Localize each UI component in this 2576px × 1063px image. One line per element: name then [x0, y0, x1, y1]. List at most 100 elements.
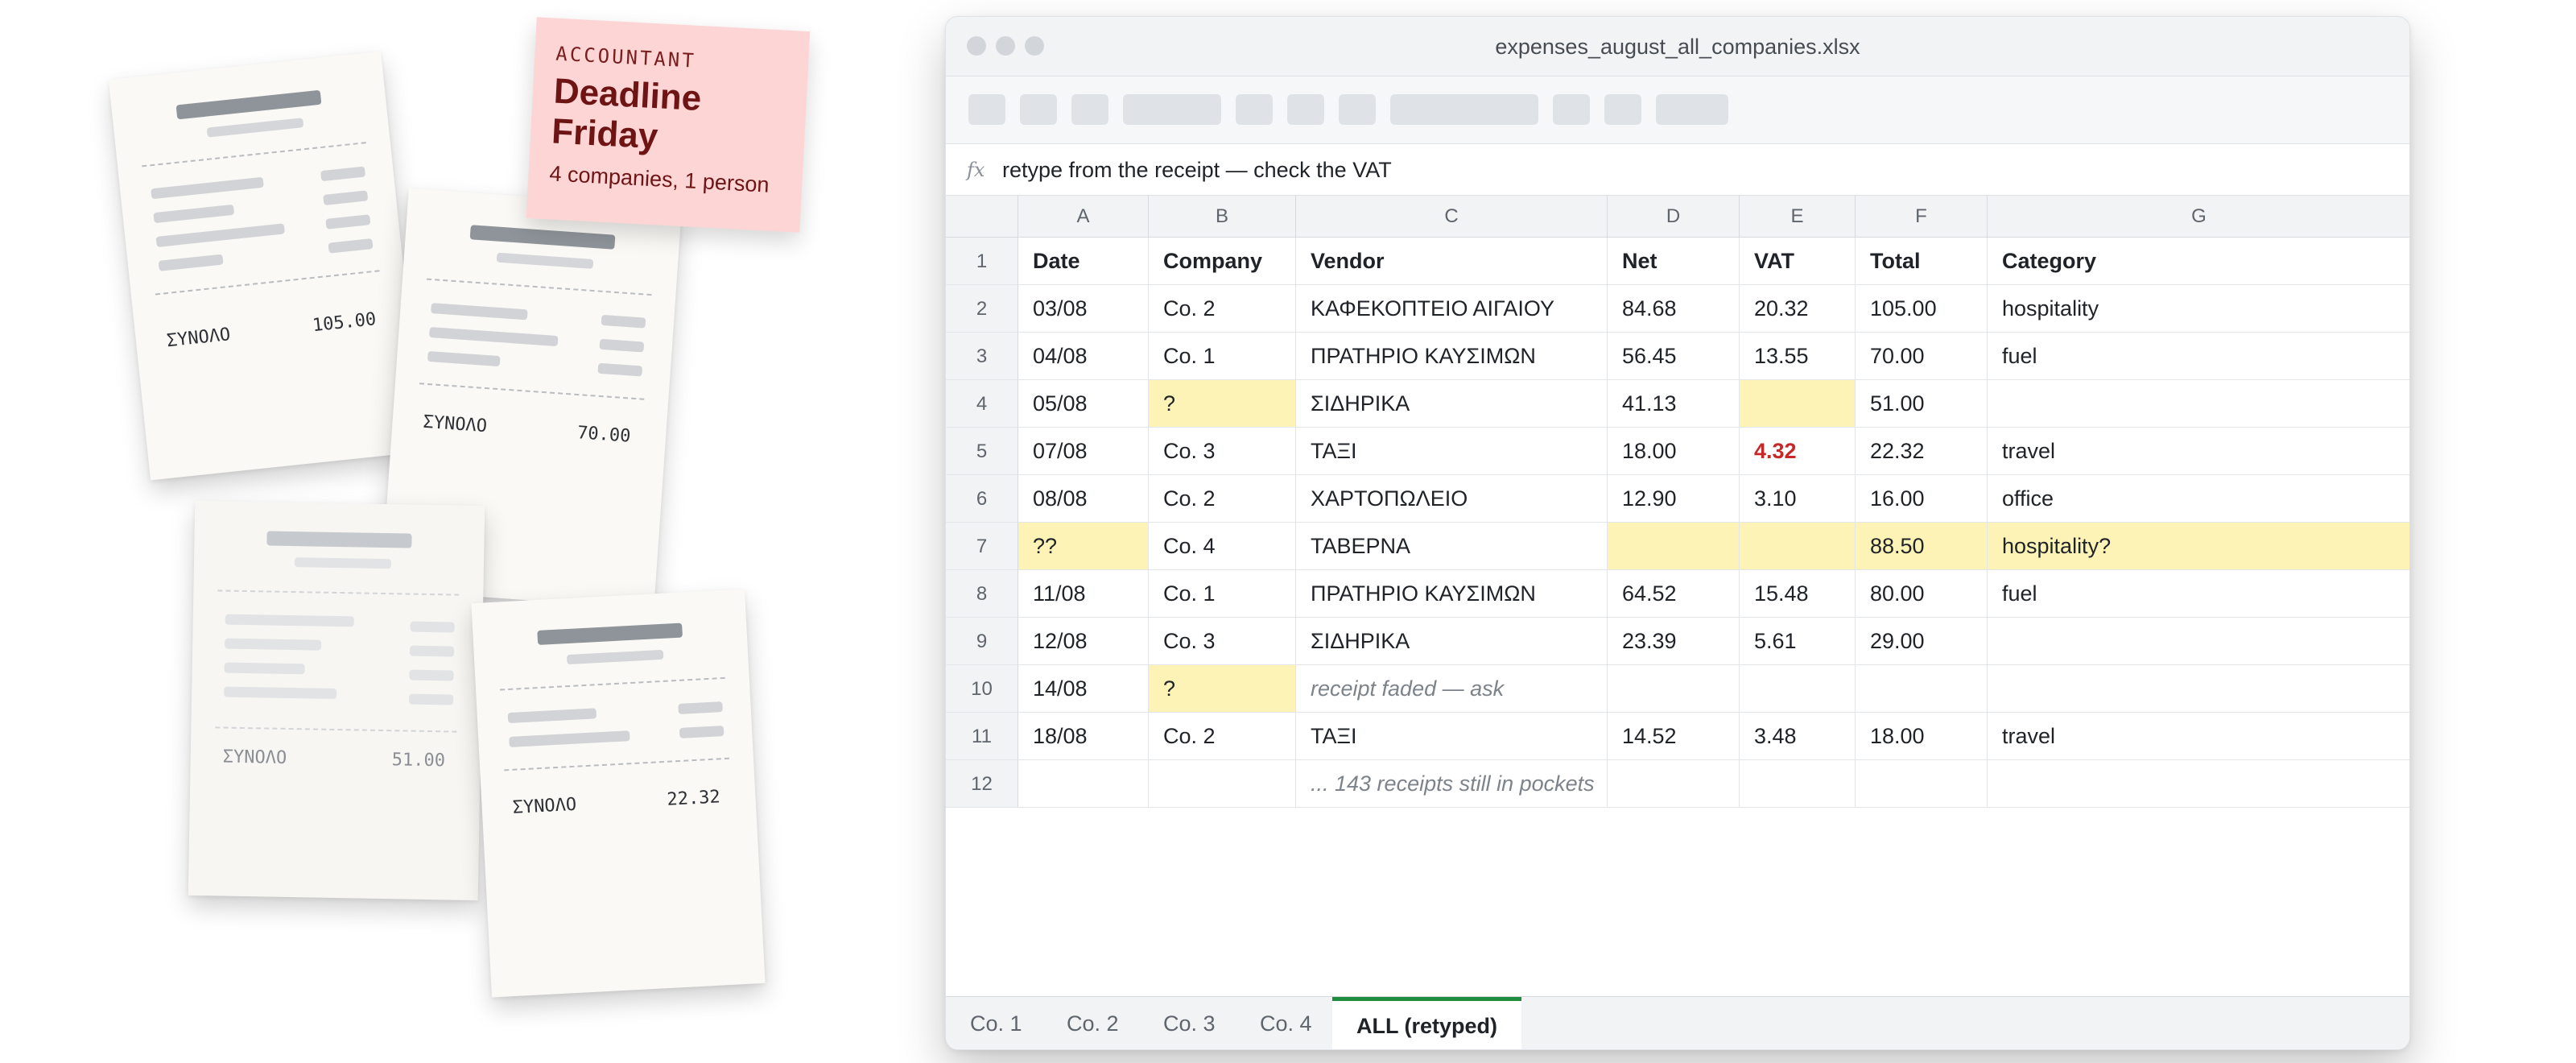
cell-f2[interactable]: 105.00	[1856, 285, 1988, 333]
cell-c11[interactable]: ΤΑΞΙ	[1296, 713, 1608, 760]
column-title-cell[interactable]: Category	[1988, 238, 2409, 285]
cell-d12[interactable]	[1608, 760, 1740, 808]
cell-g6[interactable]: office	[1988, 475, 2409, 523]
cell-g3[interactable]: fuel	[1988, 333, 2409, 380]
cell-f6[interactable]: 16.00	[1856, 475, 1988, 523]
cell-c12[interactable]: ... 143 receipts still in pockets	[1296, 760, 1608, 808]
cell-b6[interactable]: Co. 2	[1149, 475, 1296, 523]
cell-a4[interactable]: 05/08	[1018, 380, 1149, 428]
cell-b9[interactable]: Co. 3	[1149, 618, 1296, 665]
row-number[interactable]: 7	[946, 523, 1018, 570]
column-header-b[interactable]: B	[1149, 196, 1296, 238]
cell-a2[interactable]: 03/08	[1018, 285, 1149, 333]
cell-b8[interactable]: Co. 1	[1149, 570, 1296, 618]
cell-b11[interactable]: Co. 2	[1149, 713, 1296, 760]
cell-f3[interactable]: 70.00	[1856, 333, 1988, 380]
row-number[interactable]: 6	[946, 475, 1018, 523]
cell-g5[interactable]: travel	[1988, 428, 2409, 475]
row-number[interactable]: 5	[946, 428, 1018, 475]
cell-f12[interactable]	[1856, 760, 1988, 808]
row-number[interactable]: 2	[946, 285, 1018, 333]
toolbar-button[interactable]	[1604, 94, 1641, 125]
toolbar-dropdown[interactable]	[1123, 94, 1221, 125]
toolbar-button[interactable]	[1339, 94, 1376, 125]
formula-bar[interactable]: fx retype from the receipt — check the V…	[946, 144, 2409, 196]
row-number[interactable]: 11	[946, 713, 1018, 760]
row-number[interactable]: 3	[946, 333, 1018, 380]
column-title-cell[interactable]: VAT	[1740, 238, 1856, 285]
cell-e12[interactable]	[1740, 760, 1856, 808]
cell-a5[interactable]: 07/08	[1018, 428, 1149, 475]
toolbar-dropdown[interactable]	[1390, 94, 1538, 125]
formula-input[interactable]: retype from the receipt — check the VAT	[1002, 144, 1392, 196]
column-title-cell[interactable]: Net	[1608, 238, 1740, 285]
cell-c2[interactable]: ΚΑΦΕΚΟΠΤΕΙΟ ΑΙΓΑΙΟΥ	[1296, 285, 1608, 333]
cell-c6[interactable]: ΧΑΡΤΟΠΩΛΕΙΟ	[1296, 475, 1608, 523]
cell-c3[interactable]: ΠΡΑΤΗΡΙΟ ΚΑΥΣΙΜΩΝ	[1296, 333, 1608, 380]
toolbar-button[interactable]	[1236, 94, 1273, 125]
sheet-tab[interactable]: Co. 1	[946, 997, 1046, 1049]
cell-e4[interactable]	[1740, 380, 1856, 428]
cell-b3[interactable]: Co. 1	[1149, 333, 1296, 380]
toolbar-button[interactable]	[1020, 94, 1057, 125]
row-number[interactable]: 12	[946, 760, 1018, 808]
column-header-c[interactable]: C	[1296, 196, 1608, 238]
column-title-cell[interactable]: Company	[1149, 238, 1296, 285]
cell-d4[interactable]: 41.13	[1608, 380, 1740, 428]
row-number[interactable]: 1	[946, 238, 1018, 285]
column-header-f[interactable]: F	[1856, 196, 1988, 238]
cell-d3[interactable]: 56.45	[1608, 333, 1740, 380]
column-title-cell[interactable]: Total	[1856, 238, 1988, 285]
cell-f8[interactable]: 80.00	[1856, 570, 1988, 618]
column-header-e[interactable]: E	[1740, 196, 1856, 238]
cell-c10[interactable]: receipt faded — ask	[1296, 665, 1608, 713]
cell-b7[interactable]: Co. 4	[1149, 523, 1296, 570]
cell-a6[interactable]: 08/08	[1018, 475, 1149, 523]
cell-a11[interactable]: 18/08	[1018, 713, 1149, 760]
cell-e7[interactable]	[1740, 523, 1856, 570]
cell-a12[interactable]	[1018, 760, 1149, 808]
column-title-cell[interactable]: Date	[1018, 238, 1149, 285]
cell-b2[interactable]: Co. 2	[1149, 285, 1296, 333]
column-header-a[interactable]: A	[1018, 196, 1149, 238]
toolbar-button[interactable]	[1656, 94, 1728, 125]
row-number[interactable]: 9	[946, 618, 1018, 665]
cell-c4[interactable]: ΣΙΔΗΡΙΚΑ	[1296, 380, 1608, 428]
cell-d5[interactable]: 18.00	[1608, 428, 1740, 475]
cell-d10[interactable]	[1608, 665, 1740, 713]
cell-f9[interactable]: 29.00	[1856, 618, 1988, 665]
row-number[interactable]: 8	[946, 570, 1018, 618]
cell-b5[interactable]: Co. 3	[1149, 428, 1296, 475]
cell-g11[interactable]: travel	[1988, 713, 2409, 760]
cell-e8[interactable]: 15.48	[1740, 570, 1856, 618]
cell-e11[interactable]: 3.48	[1740, 713, 1856, 760]
row-number[interactable]: 4	[946, 380, 1018, 428]
cell-f4[interactable]: 51.00	[1856, 380, 1988, 428]
cell-a10[interactable]: 14/08	[1018, 665, 1149, 713]
cell-d6[interactable]: 12.90	[1608, 475, 1740, 523]
cell-c9[interactable]: ΣΙΔΗΡΙΚΑ	[1296, 618, 1608, 665]
cell-g10[interactable]	[1988, 665, 2409, 713]
cell-e10[interactable]	[1740, 665, 1856, 713]
select-all-corner[interactable]	[946, 196, 1018, 238]
row-number[interactable]: 10	[946, 665, 1018, 713]
cell-d7[interactable]	[1608, 523, 1740, 570]
cell-e9[interactable]: 5.61	[1740, 618, 1856, 665]
cell-b12[interactable]	[1149, 760, 1296, 808]
cell-d2[interactable]: 84.68	[1608, 285, 1740, 333]
sheet-tab[interactable]: ALL (retyped)	[1332, 997, 1522, 1049]
sheet-tab[interactable]: Co. 2	[1042, 997, 1143, 1049]
cell-d8[interactable]: 64.52	[1608, 570, 1740, 618]
sheet-tab[interactable]: Co. 3	[1139, 997, 1240, 1049]
cell-b4[interactable]: ?	[1149, 380, 1296, 428]
cell-g7[interactable]: hospitality?	[1988, 523, 2409, 570]
sheet-tab[interactable]: Co. 4	[1236, 997, 1336, 1049]
toolbar-button[interactable]	[1287, 94, 1324, 125]
column-header-d[interactable]: D	[1608, 196, 1740, 238]
cell-g9[interactable]	[1988, 618, 2409, 665]
cell-g8[interactable]: fuel	[1988, 570, 2409, 618]
cell-a8[interactable]: 11/08	[1018, 570, 1149, 618]
column-title-cell[interactable]: Vendor	[1296, 238, 1608, 285]
cell-f10[interactable]	[1856, 665, 1988, 713]
cell-e3[interactable]: 13.55	[1740, 333, 1856, 380]
